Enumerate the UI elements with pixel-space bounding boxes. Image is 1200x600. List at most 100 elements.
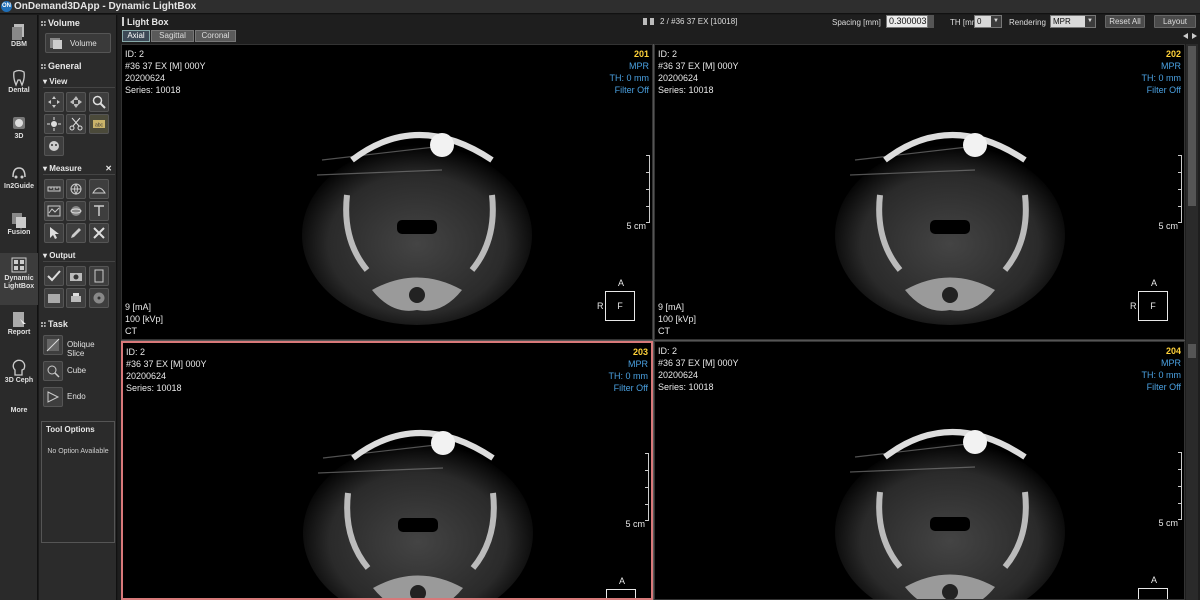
oblique-slice-button[interactable]: Oblique Slice <box>43 335 113 358</box>
th-select[interactable]: 0 ▼ <box>974 15 1002 28</box>
viewport-scrollbar[interactable] <box>1186 44 1198 600</box>
module-report[interactable]: Report <box>0 307 38 351</box>
orientation-cube[interactable]: F <box>1138 291 1168 321</box>
abc-icon: abc <box>93 120 105 129</box>
check-icon <box>47 270 61 282</box>
capture-button[interactable] <box>66 266 86 286</box>
module-dbm[interactable]: DBM <box>0 19 38 63</box>
windowing-tool-button[interactable] <box>44 114 64 134</box>
reset-view-button[interactable] <box>44 136 64 156</box>
tool-options-text: No Option Available <box>47 448 109 455</box>
lightbox-main: Light Box 2 / #36 37 EX [10018] Spacing … <box>118 15 1200 600</box>
render-mode: MPR <box>629 61 649 71</box>
tab-sagittal[interactable]: Sagittal <box>151 30 194 42</box>
module-in2guide[interactable]: In2Guide <box>0 161 38 205</box>
module-fusion[interactable]: Fusion <box>0 207 38 251</box>
orientation-left: R <box>597 301 604 311</box>
profile-icon <box>47 205 61 217</box>
arrow-tool-button[interactable] <box>89 201 109 221</box>
title-bar: ON OnDemand3DApp - Dynamic LightBox <box>0 0 1200 14</box>
arrow-icon <box>94 205 104 216</box>
cube-button[interactable]: Cube <box>43 361 113 383</box>
rotate-tool-button[interactable] <box>66 92 86 112</box>
spacing-spinner[interactable] <box>928 15 934 28</box>
module-dental[interactable]: Dental <box>0 65 38 109</box>
rendering-select[interactable]: MPR ▼ <box>1050 15 1096 28</box>
module-bar: DBM Dental 3D In2Guide Fusion Dynamic Li… <box>0 15 38 600</box>
wrench-icon[interactable]: ✕ <box>105 164 112 173</box>
pointer-tool-button[interactable] <box>44 223 64 243</box>
lightbox-title-text: Light Box <box>127 17 169 27</box>
filter-status: Filter Off <box>614 85 649 95</box>
profile-tool-button[interactable] <box>44 201 64 221</box>
report-icon <box>13 312 26 327</box>
study-id: ID: 2 <box>126 347 146 357</box>
viewport-201[interactable]: ID: 2 #36 37 EX [M] 000Y 20200624 Series: 1… <box>121 44 653 340</box>
module-label: Dental <box>8 87 30 94</box>
ma-value: 9 [mA] <box>658 302 685 312</box>
reset-all-button[interactable]: Reset All <box>1105 15 1145 28</box>
pan-tool-button[interactable] <box>44 92 64 112</box>
endo-icon <box>43 387 63 407</box>
output-header-label: Output <box>49 251 76 260</box>
more-label: More <box>10 407 28 414</box>
film-button[interactable] <box>89 266 109 286</box>
measure-subheader[interactable]: ▾ Measure ✕ <box>43 164 115 175</box>
draw-tool-button[interactable] <box>66 223 86 243</box>
viewport-203[interactable]: ID: 2 #36 37 EX [M] 000Y 20200624 Series: 1… <box>121 341 653 600</box>
viewport-204[interactable]: ID: 2 #36 37 EX [M] 000Y 20200624 Series: 1… <box>654 341 1185 600</box>
volume-button[interactable]: Volume <box>45 33 111 53</box>
module-3d[interactable]: 3D <box>0 111 38 155</box>
orientation-top: A <box>1151 278 1158 288</box>
viewport-202[interactable]: ID: 2 #36 37 EX [M] 000Y 20200624 Series: 1… <box>654 44 1185 340</box>
orientation-cube[interactable]: F <box>1138 588 1168 599</box>
export-button[interactable] <box>44 288 64 308</box>
orientation-cube[interactable]: F <box>606 589 636 598</box>
scrollbar-handle[interactable] <box>1188 344 1196 358</box>
zoom-tool-button[interactable] <box>89 92 109 112</box>
overlay-top-right: 201 MPR TH: 0 mm Filter Off <box>610 48 650 96</box>
patient-info: #36 37 EX [M] 000Y <box>658 61 739 71</box>
area-tool-button[interactable] <box>66 179 86 199</box>
slice-number: 201 <box>633 49 649 59</box>
module-dynamic-lightbox[interactable]: Dynamic LightBox <box>0 253 38 305</box>
volume-measure-button[interactable] <box>66 201 86 221</box>
spacing-input[interactable]: 0.300003 <box>886 15 928 28</box>
tab-axial[interactable]: Axial <box>122 30 150 42</box>
view-subheader[interactable]: ▾ View <box>43 77 115 88</box>
output-subheader[interactable]: ▾ Output <box>43 251 115 262</box>
cursor-icon <box>50 227 59 239</box>
task-label: Cube <box>67 366 87 375</box>
orientation-cube[interactable]: F <box>605 291 635 321</box>
task-section-header: Task <box>41 319 115 331</box>
angle-tool-button[interactable] <box>89 179 109 199</box>
orientation-top: A <box>618 278 625 288</box>
module-label: 3D Ceph <box>4 377 34 384</box>
page-arrows-icon[interactable] <box>1182 32 1198 40</box>
layout-button[interactable]: Layout <box>1154 15 1196 28</box>
check-output-button[interactable] <box>44 266 64 286</box>
slice-nav-icon[interactable] <box>642 17 656 26</box>
ruler-tool-button[interactable] <box>44 179 64 199</box>
orientation-top: A <box>619 576 626 586</box>
thickness: TH: 0 mm <box>608 371 649 381</box>
module-more[interactable]: More <box>0 403 38 419</box>
scrollbar-thumb[interactable] <box>1188 46 1196 206</box>
module-3d-ceph[interactable]: 3D Ceph <box>0 355 38 399</box>
svg-text:abc: abc <box>95 123 104 129</box>
endo-button[interactable]: Endo <box>43 387 113 409</box>
rendering-value: MPR <box>1053 17 1071 26</box>
dbm-icon <box>12 24 24 40</box>
burn-cd-button[interactable] <box>89 288 109 308</box>
general-header-label: General <box>48 61 82 71</box>
ruler-icon <box>47 186 61 192</box>
task-header-label: Task <box>48 319 68 329</box>
print-button[interactable] <box>66 288 86 308</box>
orientation-top: A <box>1151 575 1158 585</box>
overlay-top-left: ID: 2 #36 37 EX [M] 000Y 20200624 Series: 1… <box>126 346 207 394</box>
delete-tool-button[interactable] <box>89 223 109 243</box>
annotation-tool-button[interactable]: abc <box>89 114 109 134</box>
camera-icon <box>70 273 82 281</box>
sculpt-tool-button[interactable] <box>66 114 86 134</box>
tab-coronal[interactable]: Coronal <box>195 30 236 42</box>
